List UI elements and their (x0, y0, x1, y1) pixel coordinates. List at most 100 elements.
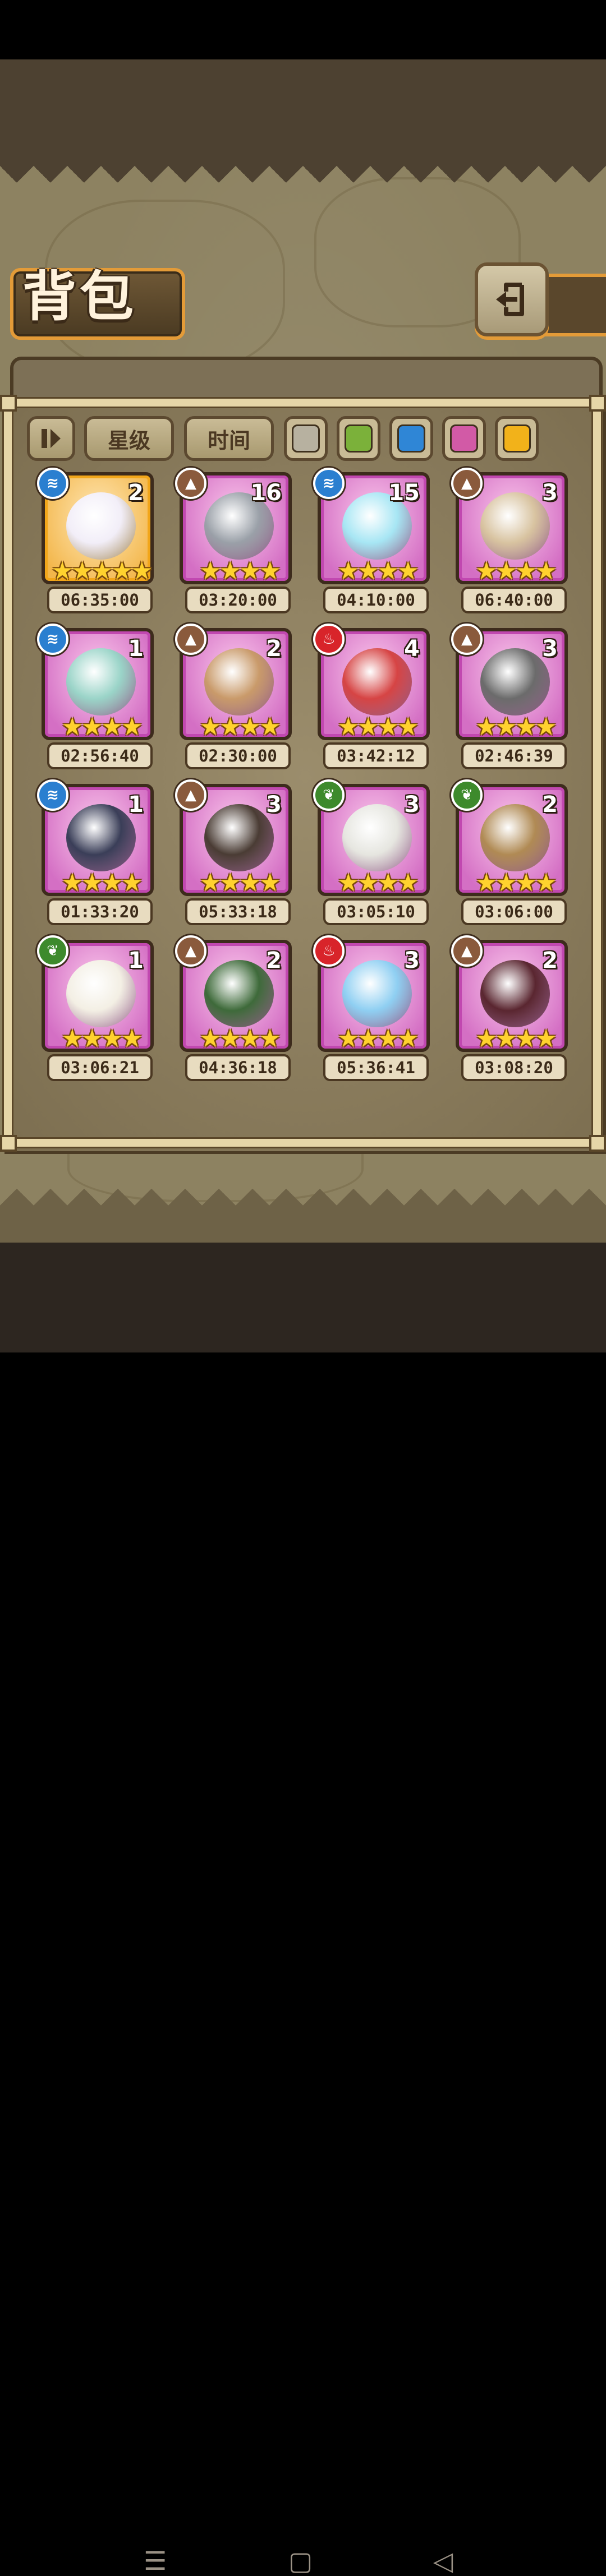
item-timer: 03:06:00 (461, 898, 567, 925)
sort-by-stars-button[interactable]: 星级 (84, 416, 174, 461)
inventory-item[interactable]: 2 ★★★★★ ≋ 06:35:00 (37, 468, 154, 618)
page-title: 背包 (22, 265, 137, 328)
system-nav-bar: ☰ ▢ ◁ (0, 1243, 606, 2576)
swatch-color (292, 424, 320, 453)
element-earth-icon: ▲ (451, 624, 483, 655)
item-stars: ★★★★ (199, 1024, 281, 1053)
item-stars: ★★★★ (475, 557, 557, 585)
toggle-view-button[interactable] (27, 416, 75, 461)
element-earth-icon: ▲ (451, 935, 483, 967)
item-art (204, 648, 274, 715)
item-stars: ★★★★ (337, 1024, 419, 1053)
swatch-color (503, 424, 531, 453)
item-count: 4 (404, 636, 420, 662)
item-art (480, 648, 550, 715)
rarity-filter-green[interactable] (337, 416, 380, 461)
inventory-item[interactable]: 1 ★★★★ ≋ 02:56:40 (37, 624, 154, 774)
inventory-item[interactable]: 16 ★★★★ ▲ 03:20:00 (175, 468, 292, 618)
item-count: 2 (266, 948, 282, 973)
item-art (66, 804, 136, 871)
back-arrow-icon (496, 283, 524, 316)
inventory-item[interactable]: 15 ★★★★ ≋ 04:10:00 (313, 468, 430, 618)
home-icon[interactable]: ▢ (288, 2546, 313, 2576)
frame-corner (0, 395, 17, 412)
item-timer: 01:33:20 (47, 898, 153, 925)
rarity-filter-blue[interactable] (389, 416, 433, 461)
item-timer: 04:10:00 (323, 587, 429, 613)
rarity-filter-gray[interactable] (284, 416, 328, 461)
item-stars: ★★★★ (475, 869, 557, 897)
back-icon[interactable]: ◁ (433, 2546, 453, 2576)
item-count: 2 (128, 480, 144, 506)
item-timer: 03:08:20 (461, 1054, 567, 1081)
frame-corner (589, 395, 606, 412)
item-timer: 05:33:18 (185, 898, 291, 925)
inventory-item[interactable]: 2 ★★★★ ▲ 03:08:20 (451, 935, 568, 1086)
recent-apps-icon[interactable]: ☰ (144, 2546, 167, 2576)
item-art (342, 960, 412, 1027)
item-art (480, 492, 550, 560)
inventory-item[interactable]: 1 ★★★★ ❦ 03:06:21 (37, 935, 154, 1086)
inventory-item[interactable]: 3 ★★★★ ▲ 06:40:00 (451, 468, 568, 618)
item-timer: 03:06:21 (47, 1054, 153, 1081)
back-button[interactable] (475, 262, 549, 336)
zigzag-bottom-edge (0, 1172, 606, 1206)
item-stars: ★★★★ (199, 713, 281, 741)
inventory-item[interactable]: 1 ★★★★ ≋ 01:33:20 (37, 779, 154, 930)
status-bar (0, 0, 606, 59)
item-stars: ★★★★ (199, 557, 281, 585)
item-count: 1 (128, 948, 144, 973)
inventory-item[interactable]: 3 ★★★★ ❦ 03:05:10 (313, 779, 430, 930)
pause-collapse-icon (42, 429, 61, 448)
item-count: 3 (542, 480, 558, 506)
item-count: 3 (266, 792, 282, 818)
item-stars: ★★★★ (475, 1024, 557, 1053)
top-band (0, 59, 606, 166)
item-count: 1 (128, 636, 144, 662)
frame-right (591, 403, 603, 1145)
item-count: 2 (542, 792, 558, 818)
item-count: 15 (388, 480, 420, 506)
element-earth-icon: ▲ (175, 935, 206, 967)
item-count: 3 (542, 636, 558, 662)
sort-by-time-button[interactable]: 时间 (184, 416, 274, 461)
item-timer: 06:35:00 (47, 587, 153, 613)
item-timer: 05:36:41 (323, 1054, 429, 1081)
item-art (342, 804, 412, 871)
item-art (66, 648, 136, 715)
item-timer: 06:40:00 (461, 587, 567, 613)
item-stars: ★★★★ (337, 869, 419, 897)
swatch-color (345, 424, 373, 453)
inventory-item[interactable]: 3 ★★★★ ♨ 05:36:41 (313, 935, 430, 1086)
item-timer: 03:42:12 (323, 742, 429, 769)
inventory-item[interactable]: 2 ★★★★ ❦ 03:06:00 (451, 779, 568, 930)
element-earth-icon: ▲ (175, 468, 206, 499)
item-stars: ★★★★ (475, 713, 557, 741)
element-water-icon: ≋ (37, 779, 68, 811)
frame-bottom (3, 1137, 603, 1148)
rarity-filter-pink[interactable] (442, 416, 486, 461)
item-art (66, 960, 136, 1027)
item-count: 2 (542, 948, 558, 973)
item-count: 3 (404, 792, 420, 818)
item-timer: 03:05:10 (323, 898, 429, 925)
swatch-color (397, 424, 425, 453)
swatch-color (450, 424, 478, 453)
element-wood-icon: ❦ (451, 779, 483, 811)
inventory-item[interactable]: 3 ★★★★ ▲ 05:33:18 (175, 779, 292, 930)
element-fire-icon: ♨ (313, 624, 345, 655)
item-stars: ★★★★ (199, 869, 281, 897)
inventory-item[interactable]: 4 ★★★★ ♨ 03:42:12 (313, 624, 430, 774)
frame-left (2, 403, 13, 1145)
item-stars: ★★★★ (61, 713, 143, 741)
inventory-item[interactable]: 2 ★★★★ ▲ 02:30:00 (175, 624, 292, 774)
back-rail (539, 274, 606, 336)
lower-band (0, 1206, 606, 1243)
inventory-item[interactable]: 2 ★★★★ ▲ 04:36:18 (175, 935, 292, 1086)
item-count: 1 (128, 792, 144, 818)
item-stars: ★★★★ (61, 869, 143, 897)
element-water-icon: ≋ (313, 468, 345, 499)
inventory-item[interactable]: 3 ★★★★ ▲ 02:46:39 (451, 624, 568, 774)
element-earth-icon: ▲ (175, 779, 206, 811)
rarity-filter-gold[interactable] (495, 416, 539, 461)
